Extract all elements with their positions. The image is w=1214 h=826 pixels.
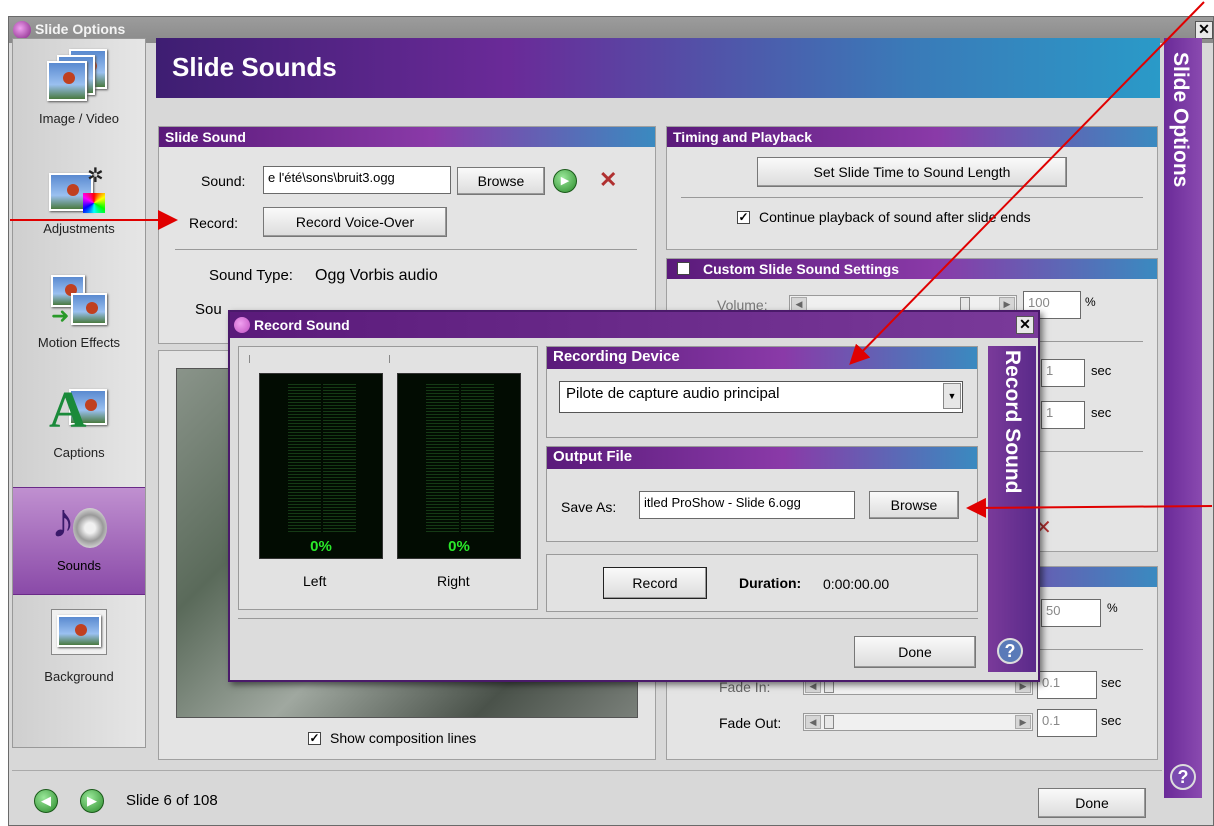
sidebar-item-background[interactable]: Background (13, 599, 145, 707)
sidebar-item-label: Captions (53, 445, 105, 460)
dialog-close-icon[interactable]: ✕ (1016, 316, 1034, 334)
left-channel-label: Left (303, 573, 327, 589)
dialog-title-bar: Record Sound ✕ (230, 312, 1038, 338)
record-voice-over-button[interactable]: Record Voice-Over (263, 207, 447, 237)
fade-in-unit: sec (1091, 363, 1112, 378)
app-icon (13, 21, 31, 39)
sound-file-field[interactable]: e l'été\sons\bruit3.ogg (263, 166, 451, 194)
motion-effects-icon: ➜ (47, 271, 111, 328)
sidebar-item-adjustments[interactable]: ✲ Adjustments (13, 151, 145, 259)
custom-sound-checkbox[interactable] (677, 262, 690, 275)
page-header: Slide Sounds (156, 38, 1160, 98)
remove-sound-icon[interactable]: ✕ (599, 167, 617, 193)
record-sound-dialog: Record Sound ✕ 0% 0% Left Right Recordin… (228, 310, 1040, 682)
image-video-icon (47, 47, 111, 103)
record-controls-panel: Record Duration: 0:00:00.00 (546, 554, 978, 612)
captions-icon: A (47, 381, 111, 439)
sidebar-item-label: Adjustments (43, 221, 115, 236)
output-file-panel: Output File Save As: itled ProShow - Sli… (546, 446, 978, 542)
fade-out-label: Fade Out: (719, 715, 782, 731)
side-title-bar: Slide Options ? (1164, 38, 1202, 798)
done-button[interactable]: Done (1038, 788, 1146, 818)
custom-fade-out-field[interactable]: 1 (1041, 401, 1085, 429)
fade-out-field[interactable]: 0.1 (1037, 709, 1097, 737)
help-icon[interactable]: ? (1170, 764, 1196, 790)
timing-heading: Timing and Playback (667, 127, 1157, 147)
sidebar-item-motion-effects[interactable]: ➜ Motion Effects (13, 265, 145, 373)
fade-out-slider[interactable]: ◀ ▶ (803, 713, 1033, 731)
save-as-label: Save As: (561, 499, 617, 515)
custom-fade-in-field[interactable]: 1 (1041, 359, 1085, 387)
adjustments-icon: ✲ (47, 157, 111, 213)
divider (238, 618, 978, 619)
save-as-field[interactable]: itled ProShow - Slide 6.ogg (639, 491, 855, 519)
dialog-done-button[interactable]: Done (854, 636, 976, 668)
dialog-side-title: Record Sound (1001, 350, 1024, 494)
close-icon[interactable]: ✕ (1195, 21, 1213, 39)
level-meters-panel: 0% 0% Left Right (238, 346, 538, 610)
sidebar-item-image-video[interactable]: Image / Video (13, 41, 145, 149)
chevron-down-icon[interactable]: ▼ (943, 383, 961, 409)
sound-length-label: Sou (195, 301, 222, 318)
play-icon[interactable]: ▶ (553, 169, 577, 193)
sound-browse-button[interactable]: Browse (457, 167, 545, 195)
page-title: Slide Sounds (172, 52, 337, 82)
side-title: Slide Options (1169, 52, 1192, 188)
background-icon (47, 605, 111, 661)
sidebar-item-sounds[interactable]: ♪ Sounds (13, 487, 145, 595)
fade-in-field[interactable]: 0.1 (1037, 671, 1097, 699)
recording-device-select[interactable]: Pilote de capture audio principal ▼ (559, 381, 963, 413)
recording-device-value: Pilote de capture audio principal (566, 385, 780, 402)
continue-playback-checkbox[interactable]: ✓ (737, 211, 750, 224)
sound-label: Sound: (201, 173, 246, 189)
output-file-heading: Output File (547, 447, 977, 469)
slide-counter: Slide 6 of 108 (126, 792, 218, 809)
app-icon (234, 317, 250, 333)
soundtrack-volume-field[interactable]: 50 (1041, 599, 1101, 627)
slide-sound-heading: Slide Sound (159, 127, 655, 147)
sidebar-item-label: Image / Video (39, 111, 119, 126)
sidebar-item-label: Motion Effects (37, 335, 121, 350)
sound-type-value: Ogg Vorbis audio (315, 267, 438, 284)
help-icon[interactable]: ? (997, 638, 1023, 664)
left-level-meter: 0% (259, 373, 383, 559)
fade-out-unit: sec (1101, 713, 1122, 728)
custom-sound-heading: Custom Slide Sound Settings (667, 259, 1157, 279)
fade-in-unit: sec (1101, 675, 1122, 690)
record-button[interactable]: Record (603, 567, 707, 599)
output-browse-button[interactable]: Browse (869, 491, 959, 519)
right-level-percent: 0% (448, 538, 470, 555)
right-channel-label: Right (437, 573, 470, 589)
sidebar: Image / Video ✲ Adjustments ➜ Motion Eff… (12, 38, 146, 748)
dialog-side-title-bar: Record Sound ? (988, 346, 1036, 672)
sidebar-item-captions[interactable]: A Captions (13, 375, 145, 483)
recording-device-heading: Recording Device (547, 347, 977, 369)
window-title: Slide Options (35, 21, 126, 37)
volume-unit: % (1085, 295, 1096, 309)
duration-value: 0:00:00.00 (823, 576, 890, 592)
fade-out-unit: sec (1091, 405, 1112, 420)
divider (175, 249, 637, 250)
sidebar-item-label: Background (44, 669, 114, 684)
soundtrack-volume-unit: % (1107, 601, 1118, 615)
duration-label: Duration: (739, 575, 802, 591)
show-composition-lines-checkbox[interactable]: ✓ (308, 732, 321, 745)
sound-type-label: Sound Type: (209, 267, 293, 284)
next-slide-icon[interactable]: ▶ (80, 789, 104, 813)
sounds-icon: ♪ (47, 494, 111, 550)
left-level-percent: 0% (310, 538, 332, 555)
right-level-meter: 0% (397, 373, 521, 559)
show-composition-lines-label: Show composition lines (330, 730, 477, 746)
footer-divider (12, 770, 1162, 771)
sidebar-item-label: Sounds (56, 558, 102, 573)
divider (681, 197, 1143, 198)
continue-playback-label: Continue playback of sound after slide e… (759, 209, 1031, 225)
recording-device-panel: Recording Device Pilote de capture audio… (546, 346, 978, 438)
previous-slide-icon[interactable]: ◀ (34, 789, 58, 813)
record-label: Record: (189, 215, 239, 231)
dialog-title: Record Sound (254, 317, 350, 333)
timing-panel: Timing and Playback Set Slide Time to So… (666, 126, 1158, 250)
set-slide-time-button[interactable]: Set Slide Time to Sound Length (757, 157, 1067, 187)
